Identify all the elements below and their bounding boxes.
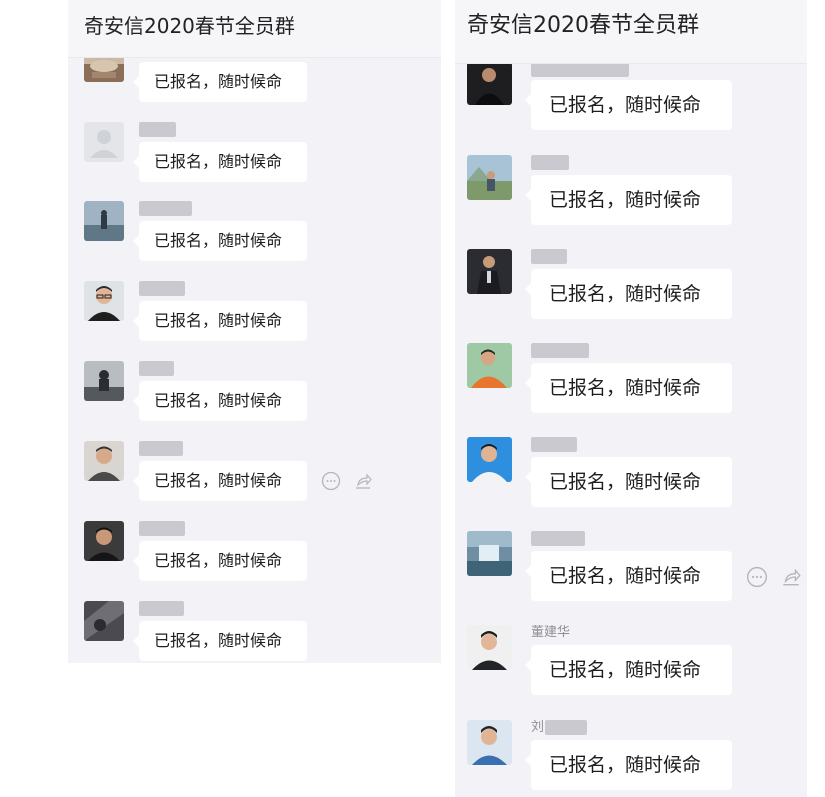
sender-name	[531, 343, 589, 358]
chat-title: 奇安信2020春节全员群	[68, 0, 441, 58]
message-bubble[interactable]: 已报名，随时候命	[133, 461, 307, 501]
avatar-man-suit[interactable]	[467, 249, 512, 294]
message-bubble[interactable]: 已报名，随时候命	[525, 363, 732, 413]
message-bubble[interactable]: 已报名，随时候命	[133, 541, 307, 581]
message-bubble[interactable]: 已报名，随时候命	[133, 381, 307, 421]
message-bubble[interactable]: 已报名，随时候命	[525, 269, 732, 319]
avatar-young-man[interactable]	[467, 625, 512, 670]
avatar-silhouette[interactable]	[84, 361, 124, 401]
message-bubble[interactable]: 已报名，随时候命	[525, 645, 732, 695]
message-bubble[interactable]: 已报名，随时候命	[525, 457, 732, 507]
sender-name	[531, 249, 567, 264]
sender-name	[531, 155, 569, 170]
message-bubble[interactable]: 已报名，随时候命	[525, 80, 732, 130]
outdoor-photo-icon	[467, 155, 512, 200]
young-man-photo-icon	[467, 625, 512, 670]
id-photo-blue-icon	[467, 437, 512, 482]
orange-shirt-photo-icon	[467, 343, 512, 388]
sender-name: 刘	[531, 720, 545, 735]
comment-icon[interactable]	[746, 566, 768, 588]
silhouette-photo-icon	[84, 361, 124, 401]
sender-name	[139, 601, 184, 616]
sender-name	[531, 531, 585, 546]
message-bubble[interactable]: 已报名，随时候命	[525, 551, 732, 601]
sender-name: 董建华	[531, 625, 571, 640]
man-dark-photo-icon	[84, 521, 124, 561]
default-avatar-icon	[84, 122, 124, 162]
sender-name	[139, 361, 174, 376]
id-photo-young-man-icon	[467, 720, 512, 765]
man-dark-suit-photo-icon	[467, 62, 512, 105]
avatar-orange-shirt[interactable]	[467, 343, 512, 388]
message-actions	[746, 566, 802, 588]
avatar-glasses[interactable]	[84, 281, 124, 321]
share-icon[interactable]	[780, 566, 802, 588]
avatar-man-portrait[interactable]	[84, 441, 124, 481]
avatar-id-young-man[interactable]	[467, 720, 512, 765]
message-actions	[321, 471, 373, 491]
message-bubble[interactable]: 已报名，随时候命	[133, 221, 307, 261]
message-bubble[interactable]: 已报名，随时候命	[133, 301, 307, 341]
chat-panel-right: 已报名，随时候命 已报名，随时候命 已报名，随时候命 已报名，随时候命 已报名，…	[455, 0, 807, 797]
man-suit-photo-icon	[467, 249, 512, 294]
dark-abstract-photo-icon	[84, 601, 124, 641]
avatar-man-dark[interactable]	[84, 521, 124, 561]
seaside-photo-icon	[84, 201, 124, 241]
sender-name	[531, 437, 577, 452]
message-bubble[interactable]: 已报名，随时候命	[525, 175, 732, 225]
avatar-man-dark-suit[interactable]	[467, 62, 512, 105]
sender-name	[531, 62, 629, 77]
message-bubble[interactable]: 已报名，随时候命	[133, 62, 307, 102]
sender-name	[139, 122, 176, 137]
waterfall-photo-icon	[467, 531, 512, 576]
sender-name	[139, 201, 192, 216]
avatar-waterfall[interactable]	[467, 531, 512, 576]
avatar-id-blue[interactable]	[467, 437, 512, 482]
share-icon[interactable]	[353, 471, 373, 491]
chat-panel-left: 已报名，随时候命 已报名，随时候命 已报名，随时候命 已报名，随时候命 已报名，…	[68, 0, 441, 663]
sender-name-redacted	[545, 720, 587, 735]
message-bubble[interactable]: 已报名，随时候命	[133, 142, 307, 182]
avatar-dark-abstract[interactable]	[84, 601, 124, 641]
message-bubble[interactable]: 已报名，随时候命	[133, 621, 307, 661]
comment-icon[interactable]	[321, 471, 341, 491]
sender-name	[139, 281, 185, 296]
sender-name	[139, 441, 183, 456]
man-portrait-photo-icon	[84, 441, 124, 481]
avatar-default[interactable]	[84, 122, 124, 162]
avatar-seaside[interactable]	[84, 201, 124, 241]
sender-name	[139, 521, 185, 536]
message-bubble[interactable]: 已报名，随时候命	[525, 740, 732, 790]
man-with-glasses-photo-icon	[84, 281, 124, 321]
chat-title: 奇安信2020春节全员群	[455, 0, 807, 64]
avatar-outdoor[interactable]	[467, 155, 512, 200]
